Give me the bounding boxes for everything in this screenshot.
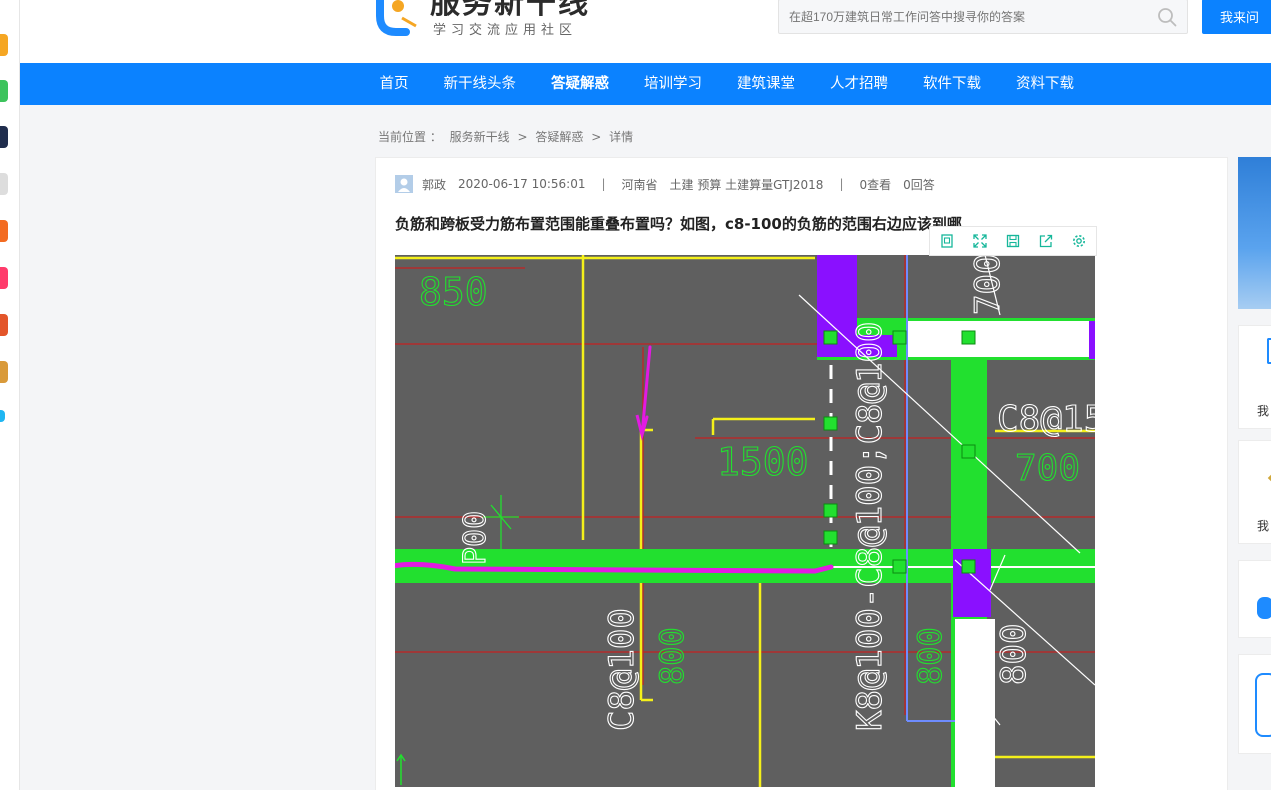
rank-icon [1257,597,1271,619]
app-dock [0,0,20,790]
cad-label-p00: P00 [458,511,493,565]
sidebar-banner[interactable] [1238,157,1271,309]
main-nav: 首页 新干线头条 答疑解惑 培训学习 建筑课堂 人才招聘 软件下载 资料下载 [20,63,1271,105]
question-datetime: 2020-06-17 10:56:01 [458,177,586,191]
meta-divider: | [601,177,606,191]
nav-item-home[interactable]: 首页 [362,63,426,105]
sidebar-box-1[interactable]: 我 [1238,325,1271,429]
app-icon-game[interactable] [0,314,8,336]
cad-label-850: 850 [419,270,488,314]
original-size-icon[interactable] [930,227,963,255]
app-icon-cyan[interactable] [0,410,5,422]
nav-item-docs[interactable]: 资料下载 [999,63,1092,105]
nav-item-qa[interactable]: 答疑解惑 [534,63,627,105]
question-tags: 土建 预算 土建算量GTJ2018 [669,177,824,192]
breadcrumb: 当前位置 ： 服务新干线 > 答疑解惑 > 详情 [378,128,637,145]
question-region: 河南省 [621,177,658,192]
cad-label-800-left: 800 [653,627,691,685]
question-title: 负筋和跨板受力筋布置范围能重叠布置吗？如图，c8-100的负筋的范围右边应该到哪 [395,215,962,233]
breadcrumb-label: 当前位置 ： [378,130,442,144]
nav-list: 首页 新干线头条 答疑解惑 培训学习 建筑课堂 人才招聘 软件下载 资料下载 [362,63,1092,105]
image-toolbar [929,226,1097,256]
meta-divider: | [839,177,844,191]
nav-item-software[interactable]: 软件下载 [906,63,999,105]
ask-question-button[interactable]: 我来问 [1202,0,1271,34]
phone-icon [1255,673,1271,737]
user-icon [398,178,410,192]
view-count: 0查看 [859,177,892,192]
search-box [778,0,1188,34]
app-icon-dark[interactable] [0,126,8,148]
app-icon-pink[interactable] [0,267,8,289]
cad-label-1500: 1500 [717,440,809,484]
avatar[interactable] [395,175,413,193]
breadcrumb-link-home[interactable]: 服务新干线 [450,130,510,144]
question-card: 郭政 2020-06-17 10:56:01 | 河南省 土建 预算 土建算量G… [375,157,1228,790]
site-header: 服务新干线 学习交流应用社区 我来问 [20,0,1271,63]
sidebar-box-2-label: 我 [1257,519,1270,533]
sidebar-box-3[interactable] [1238,560,1271,638]
cad-label-c8-100-vertical: C8@100 [602,608,642,731]
cad-label-800-right: 800 [994,624,1034,685]
breadcrumb-separator: > [517,130,528,144]
settings-gear-icon[interactable] [1062,227,1095,255]
cad-label-c8-150: C8@150 [997,399,1095,440]
sidebar-box-4[interactable] [1238,654,1271,754]
app-icon-orange[interactable] [0,34,8,56]
question-meta: 郭政 2020-06-17 10:56:01 | 河南省 土建 预算 土建算量G… [395,175,935,193]
sidebar-box-2[interactable]: 我 [1238,440,1271,544]
share-icon[interactable] [1029,227,1062,255]
nav-item-classroom[interactable]: 建筑课堂 [720,63,813,105]
cad-label-k-vertical: K8@100-C8@100;C8@100 [850,322,890,731]
nav-item-headlines[interactable]: 新干线头条 [426,63,534,105]
breadcrumb-current: 详情 [609,130,634,144]
cad-label-700: 700 [1015,448,1080,489]
cad-label-700-vertical: 700 [968,255,1008,315]
app-icon-photo[interactable] [0,361,8,383]
answer-count: 0回答 [903,177,935,192]
author-name[interactable]: 郭政 [422,176,446,193]
logo-mark-icon [376,0,417,36]
fullscreen-icon[interactable] [963,227,996,255]
app-icon-gray[interactable] [0,173,8,195]
logo-slogan: 学习交流应用社区 [433,23,578,38]
save-icon[interactable] [996,227,1029,255]
app-icon-red-orange[interactable] [0,220,8,242]
nav-item-training[interactable]: 培训学习 [627,63,720,105]
sidebar-box-1-label: 我 [1257,404,1270,418]
cad-drawing: 850 1500 700 C8@150 700 800 C8@100 K8@10… [395,255,1095,787]
question-image[interactable]: 850 1500 700 C8@150 700 800 C8@100 K8@10… [395,255,1095,787]
search-icon[interactable] [1157,7,1177,27]
doc-icon [1267,338,1271,364]
app-icon-green[interactable] [0,80,8,102]
breadcrumb-separator: > [591,130,602,144]
breadcrumb-link-qa[interactable]: 答疑解惑 [535,130,583,144]
cad-label-800-mid: 800 [911,627,949,685]
nav-item-jobs[interactable]: 人才招聘 [813,63,906,105]
site-logo[interactable]: 服务新干线 学习交流应用社区 [372,0,612,42]
search-input[interactable] [779,0,1139,33]
